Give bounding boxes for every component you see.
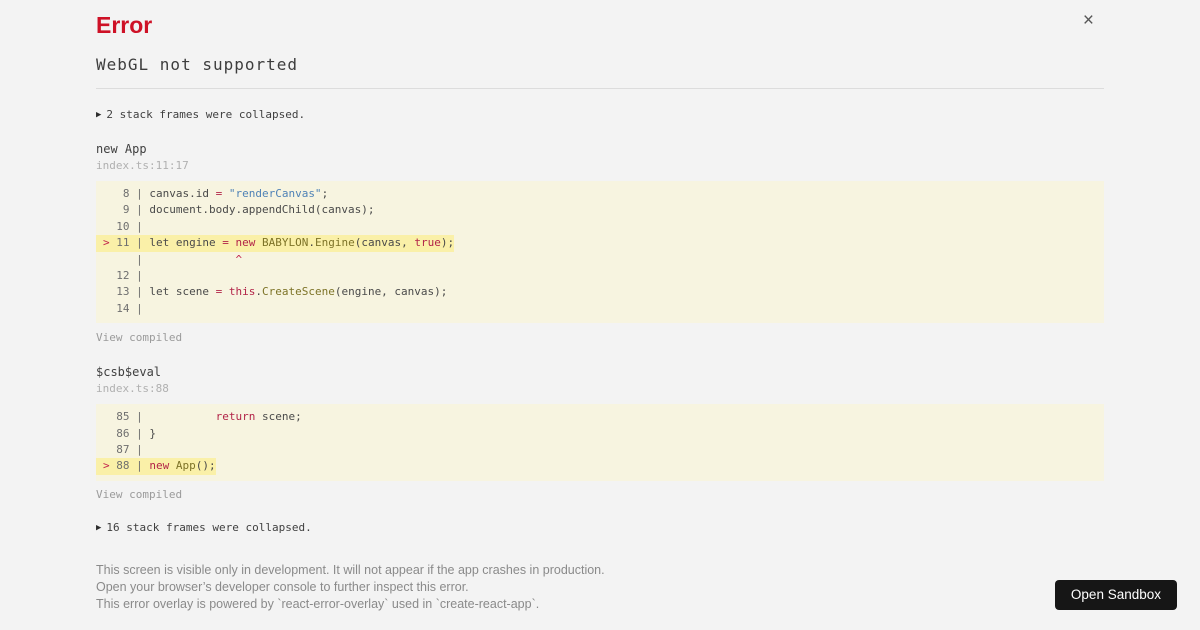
code-line: 12 | [103, 269, 150, 283]
frame-source-location: index.ts:88 [96, 382, 169, 396]
code-line: 8 | canvas.id = "renderCanvas"; [103, 187, 329, 200]
code-line: 13 | let scene = this.CreateScene(engine… [103, 285, 448, 299]
footer-line: Open your browser’s developer console to… [96, 579, 469, 594]
open-sandbox-button[interactable]: Open Sandbox [1054, 580, 1177, 610]
code-line: 85 | return scene; [103, 410, 302, 424]
error-message: WebGL not supported [96, 55, 299, 74]
dev-footer-note: This screen is visible only in developme… [96, 562, 1104, 613]
code-line: | ^ [103, 252, 243, 266]
collapsed-frames-toggle-top[interactable]: ▶ 2 stack frames were collapsed. [96, 108, 1104, 122]
code-snippet: 8 | canvas.id = "renderCanvas"; 9 | docu… [96, 181, 1104, 324]
divider [96, 88, 1104, 89]
collapsed-frames-label: 16 stack frames were collapsed. [106, 520, 312, 534]
code-line: 86 | } [103, 426, 156, 440]
view-compiled-link[interactable]: View compiled [96, 488, 1104, 502]
frame-function-name: new App [96, 142, 147, 156]
expand-arrow-icon: ▶ [96, 522, 102, 533]
collapsed-frames-toggle-bottom[interactable]: ▶ 16 stack frames were collapsed. [96, 521, 1104, 535]
code-line: 10 | [103, 219, 150, 233]
expand-arrow-icon: ▶ [96, 110, 102, 120]
frame-function-name: $csb$eval [96, 365, 162, 380]
error-overlay-dialog: × Error WebGL not supported ▶ 2 stack fra… [96, 0, 1104, 613]
code-snippet: 85 | return scene; 86 | } 87 | > 88 | ne… [96, 404, 1104, 481]
collapsed-frames-label: 2 stack frames were collapsed. [106, 108, 306, 121]
error-title: Error [96, 12, 153, 38]
code-line: 9 | document.body.appendChild(canvas); [103, 203, 375, 217]
footer-line: This screen is visible only in developme… [96, 562, 605, 577]
stack-frame: $csb$eval index.ts:88 85 | return scene;… [96, 365, 1104, 502]
code-line: > 88 | new App(); [96, 458, 1104, 475]
stack-frame: new App index.ts:11:17 8 | canvas.id = "… [96, 142, 1104, 345]
code-line: > 11 | let engine = new BABYLON.Engine(c… [96, 235, 1104, 252]
close-icon[interactable]: × [1083, 11, 1094, 30]
code-line: 14 | [103, 301, 150, 315]
code-line: 87 | [103, 443, 150, 457]
view-compiled-link[interactable]: View compiled [96, 331, 1104, 345]
footer-line: This error overlay is powered by `react-… [96, 596, 540, 611]
frame-source-location: index.ts:11:17 [96, 159, 189, 172]
